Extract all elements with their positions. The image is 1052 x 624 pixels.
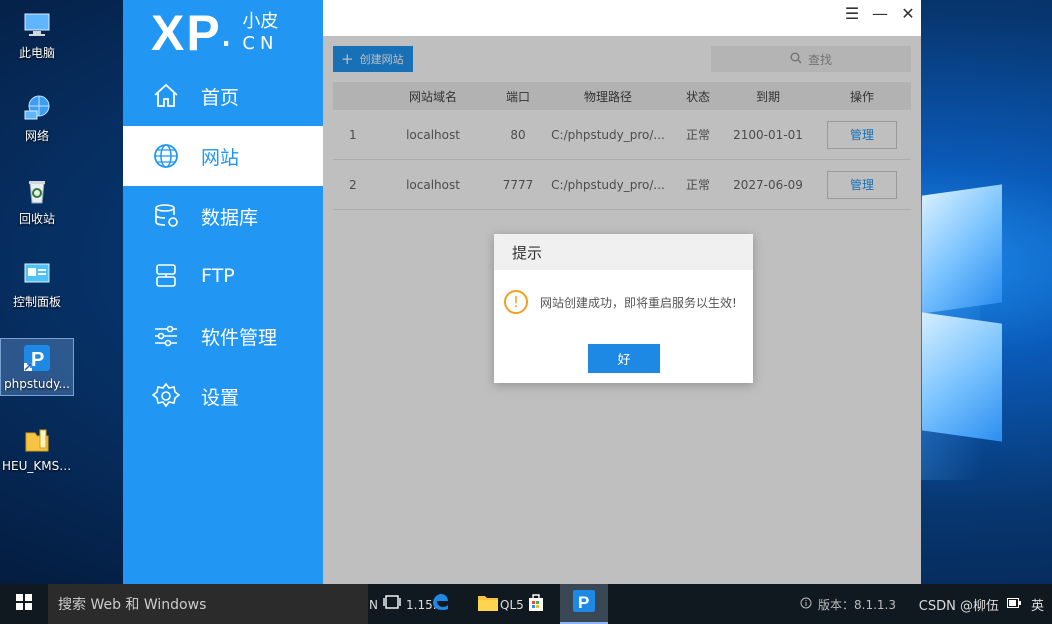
- main-panel: ☰ — ✕ + 创建网站 查找 网站域名 端口 物理路径 状态 到期 操作 1 …: [323, 0, 921, 584]
- desktop-icon-label: HEU_KMS_...: [2, 459, 74, 473]
- sidebar-item-settings[interactable]: 设置: [123, 366, 323, 426]
- battery-icon[interactable]: [1006, 597, 1021, 612]
- app-logo: XP . 小皮 CN: [151, 5, 279, 61]
- watermark-text: CSDN @柳伍: [918, 598, 999, 614]
- recycle-bin-icon: [22, 176, 52, 206]
- title-bar: ☰ — ✕: [323, 0, 921, 36]
- svg-text:P: P: [578, 593, 589, 612]
- desktop-icon-label: 控制面板: [12, 295, 61, 309]
- desktop-icon-recycle-bin[interactable]: 回收站: [0, 172, 74, 230]
- sidebar-item-label: 首页: [201, 86, 240, 109]
- version-info: 版本：8.1.1.3: [800, 584, 896, 624]
- close-button[interactable]: ✕: [899, 4, 917, 23]
- taskbar-search-input[interactable]: 搜索 Web 和 Windows: [48, 584, 368, 624]
- database-icon: [151, 201, 181, 231]
- sidebar: XP . 小皮 CN 首页 网站 数据库 FTP 软件管理 设置: [123, 0, 323, 584]
- desktop-icon-label: 此电脑: [18, 46, 55, 60]
- folder-icon: [477, 592, 499, 616]
- sidebar-item-home[interactable]: 首页: [123, 66, 323, 126]
- ftp-server-icon: [151, 261, 181, 291]
- home-icon: [151, 81, 181, 111]
- start-button[interactable]: [0, 584, 48, 624]
- windows-start-icon: [16, 594, 32, 614]
- sidebar-item-label: FTP: [201, 265, 235, 287]
- sidebar-item-label: 软件管理: [201, 326, 278, 349]
- taskbar: 搜索 Web 和 Windows P 版本：8.1.1.3 CSDN @柳伍 英: [0, 584, 1052, 624]
- sidebar-item-software[interactable]: 软件管理: [123, 306, 323, 366]
- desktop-icon-phpstudy[interactable]: P phpstudy...: [0, 338, 74, 396]
- desktop-icon-this-pc[interactable]: 此电脑: [0, 6, 74, 64]
- sliders-icon: [151, 321, 181, 351]
- desktop-icon-label: phpstudy...: [4, 377, 70, 391]
- system-tray: CSDN @柳伍 英: [919, 584, 1052, 624]
- dialog-message: 网站创建成功，即将重启服务以生效!: [540, 295, 737, 310]
- info-icon: [800, 597, 812, 612]
- sidebar-item-label: 数据库: [201, 206, 259, 229]
- minimize-button[interactable]: —: [871, 4, 889, 23]
- language-indicator[interactable]: 英: [1031, 595, 1044, 614]
- desktop-icon-heu-kms[interactable]: HEU_KMS_...: [0, 421, 74, 479]
- sidebar-item-website[interactable]: 网站: [123, 126, 323, 186]
- taskbar-text-fragment: N: [369, 598, 378, 612]
- sidebar-item-label: 网站: [201, 146, 240, 169]
- gear-icon: [151, 381, 181, 411]
- computer-icon: [22, 10, 52, 40]
- sidebar-item-ftp[interactable]: FTP: [123, 246, 323, 306]
- menu-icon[interactable]: ☰: [843, 4, 861, 23]
- globe-icon: [151, 141, 181, 171]
- phpstudy-icon: P: [572, 589, 596, 617]
- task-view-icon: [383, 594, 401, 614]
- desktop-icon-network[interactable]: 网络: [0, 89, 74, 147]
- folder-icon: [22, 425, 52, 455]
- sidebar-item-database[interactable]: 数据库: [123, 186, 323, 246]
- desktop-icon-label: 回收站: [18, 212, 55, 226]
- ok-button[interactable]: 好: [588, 344, 660, 373]
- taskbar-text-fragment: QL5: [500, 598, 524, 612]
- store-icon: [526, 592, 546, 616]
- windows-logo-wallpaper: [922, 150, 1052, 480]
- warning-icon: !: [504, 290, 528, 314]
- alert-dialog: 提示 ! 网站创建成功，即将重启服务以生效! 好: [494, 234, 753, 383]
- sidebar-item-label: 设置: [201, 386, 240, 409]
- phpstudy-taskbar-button[interactable]: P: [560, 584, 608, 624]
- control-panel-icon: [22, 259, 52, 289]
- svg-text:P: P: [31, 349, 44, 371]
- desktop-icon-control-panel[interactable]: 控制面板: [0, 255, 74, 313]
- dialog-title: 提示: [494, 234, 753, 270]
- desktop-icon-label: 网络: [24, 129, 49, 143]
- phpstudy-icon: P: [22, 343, 52, 373]
- taskbar-text-fragment: 1.15.: [406, 598, 437, 612]
- dialog-body: ! 网站创建成功，即将重启服务以生效!: [494, 270, 753, 334]
- phpstudy-window: XP . 小皮 CN 首页 网站 数据库 FTP 软件管理 设置 ☰ — ✕ +…: [123, 0, 921, 584]
- network-icon: [22, 93, 52, 123]
